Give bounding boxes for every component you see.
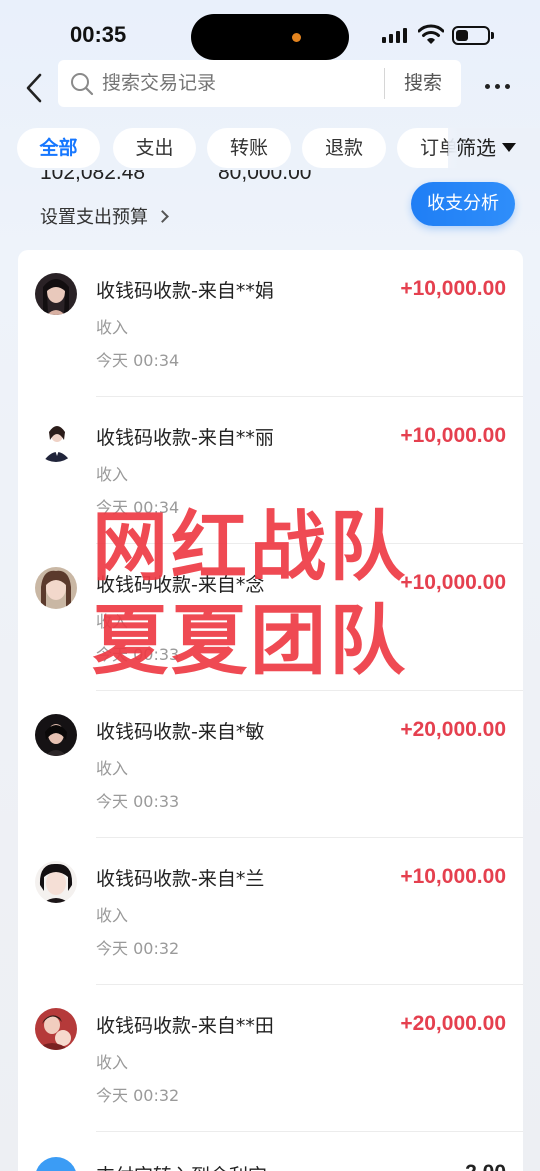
tab-refund[interactable]: 退款 — [302, 128, 386, 168]
dynamic-island — [191, 14, 349, 60]
transaction-time: 今天 00:34 — [96, 351, 180, 370]
summary-amount-right: 80,000.00 — [218, 170, 312, 184]
transaction-title: 收钱码收款-来自*兰 — [96, 868, 265, 890]
tab-transfer[interactable]: 转账 — [207, 128, 291, 168]
avatar — [35, 567, 77, 609]
transaction-row[interactable]: 收钱码收款-来自*兰 收入 今天 00:32 +10,000.00 — [18, 838, 523, 985]
overlay-line-2: 夏夏团队 — [92, 596, 408, 685]
cellular-signal-icon — [382, 28, 407, 43]
search-bar: 搜索 — [58, 60, 461, 107]
budget-link[interactable]: 设置支出预算 — [40, 203, 169, 229]
avatar — [35, 861, 77, 903]
avatar — [35, 273, 77, 315]
budget-link-label: 设置支出预算 — [40, 207, 148, 228]
transaction-title: 收钱码收款-来自**娟 — [96, 280, 274, 302]
status-bar: 00:35 — [0, 0, 540, 62]
avatar — [35, 1157, 77, 1171]
transaction-type: 收入 — [96, 318, 129, 337]
transaction-type: 收入 — [96, 465, 129, 484]
chevron-right-icon — [156, 210, 169, 223]
transaction-amount: +20,000.00 — [400, 1012, 506, 1035]
overlay-line-1: 网红战队 — [92, 502, 408, 591]
avatar — [35, 420, 77, 462]
transaction-row[interactable]: 收钱码收款-来自**田 收入 今天 00:32 +20,000.00 — [18, 985, 523, 1132]
income-expense-analysis-button[interactable]: 收支分析 — [411, 182, 515, 226]
status-time: 00:35 — [70, 22, 127, 47]
search-icon — [71, 73, 94, 96]
transaction-type: 收入 — [96, 906, 129, 925]
transaction-list: 收钱码收款-来自**娟 收入 今天 00:34 +10,000.00 收钱码收款… — [18, 250, 523, 1171]
wifi-icon — [417, 24, 445, 48]
battery-icon — [452, 26, 490, 45]
transaction-time: 今天 00:32 — [96, 1086, 180, 1105]
chevron-left-icon — [26, 73, 42, 103]
transaction-amount: +10,000.00 — [400, 424, 506, 447]
transaction-time: 今天 00:33 — [96, 792, 180, 811]
back-button[interactable] — [20, 70, 50, 106]
transaction-amount: 2.00 — [465, 1161, 506, 1171]
transaction-amount: +20,000.00 — [400, 718, 506, 741]
transaction-row[interactable]: 支付宝转入到余利宝 2.00 — [18, 1132, 523, 1171]
filter-label: 筛选 — [456, 136, 496, 160]
transaction-time: 今天 00:32 — [96, 939, 180, 958]
summary-amounts: 102,082.48 80,000.00 — [40, 170, 320, 192]
avatar — [35, 1008, 77, 1050]
transaction-row[interactable]: 收钱码收款-来自**娟 收入 今天 00:34 +10,000.00 — [18, 250, 523, 397]
transaction-title: 收钱码收款-来自**田 — [96, 1015, 274, 1037]
avatar — [35, 714, 77, 756]
summary-amount-left: 102,082.48 — [40, 170, 146, 184]
search-button[interactable]: 搜索 — [385, 60, 461, 107]
transaction-amount: +10,000.00 — [400, 865, 506, 888]
filter-button[interactable]: 筛选 — [448, 128, 540, 170]
transaction-type: 收入 — [96, 759, 129, 778]
transaction-title: 收钱码收款-来自**丽 — [96, 427, 274, 449]
tab-all[interactable]: 全部 — [17, 128, 100, 168]
camera-indicator-dot — [292, 33, 301, 42]
overlay-watermark-text: 网红战队 夏夏团队 — [92, 500, 408, 688]
transaction-title: 支付宝转入到余利宝 — [96, 1161, 267, 1171]
search-input[interactable] — [102, 60, 382, 107]
filter-tabs: 全部 支出 转账 退款 订单 筛选 — [0, 128, 540, 170]
transaction-amount: +10,000.00 — [400, 277, 506, 300]
transaction-amount: +10,000.00 — [400, 571, 506, 594]
more-options-icon[interactable] — [485, 84, 510, 89]
caret-down-icon — [502, 143, 516, 152]
transaction-row[interactable]: 收钱码收款-来自*敏 收入 今天 00:33 +20,000.00 — [18, 691, 523, 838]
transaction-type: 收入 — [96, 1053, 129, 1072]
transaction-title: 收钱码收款-来自*敏 — [96, 721, 265, 743]
tab-expense[interactable]: 支出 — [113, 128, 196, 168]
